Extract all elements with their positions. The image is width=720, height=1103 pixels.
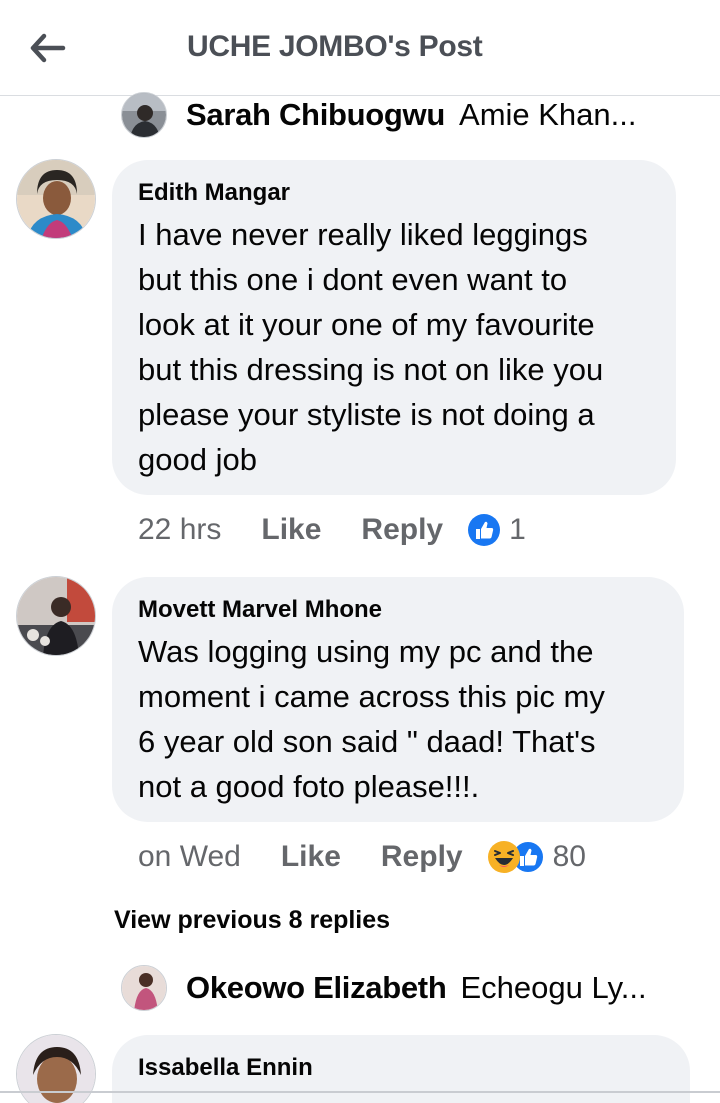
comment-text-line: moment i came across this pic my <box>138 679 605 714</box>
reply-author-name[interactable]: Okeowo Elizabeth <box>186 970 447 1006</box>
comment-text-line: Was logging using my pc and the <box>138 634 594 669</box>
bottom-divider <box>0 1091 720 1093</box>
replies-summary-bottom[interactable]: Okeowo Elizabeth Echeogu Ly... <box>121 965 647 1011</box>
replies-summary-top[interactable]: Sarah Chibuogwu Amie Khan... <box>121 92 637 138</box>
reply-snippet: Echeogu Ly... <box>460 970 647 1005</box>
comment-actions: on Wed Like Reply 80 <box>138 840 586 874</box>
app-header: UCHE JOMBO's Post <box>0 0 720 96</box>
comment-text-line: but this dressing is not on like you <box>138 352 604 387</box>
back-button[interactable] <box>22 26 74 70</box>
avatar[interactable] <box>121 92 167 138</box>
comment-text-line: but this one i dont even want to <box>138 262 568 297</box>
comment-text-line: 6 year old son said " daad! That's <box>138 724 596 759</box>
comment-text-line: please your styliste is not doing a <box>138 397 595 432</box>
reactions-summary[interactable]: 80 <box>487 840 586 874</box>
page-title: UCHE JOMBO's Post <box>187 30 483 63</box>
reply-button[interactable]: Reply <box>381 840 463 874</box>
arrow-left-icon <box>30 33 66 63</box>
avatar[interactable] <box>16 576 96 656</box>
comment-author-name[interactable]: Edith Mangar <box>138 178 650 208</box>
comment-timestamp[interactable]: on Wed <box>138 840 241 874</box>
reaction-count: 1 <box>509 513 526 546</box>
comment-text-line: look at it your one of my favourite <box>138 307 595 342</box>
comment-bubble: Edith Mangar I have never really liked l… <box>112 160 676 495</box>
comment-text: Was logging using my pc and the moment i… <box>138 629 658 809</box>
avatar[interactable] <box>16 159 96 239</box>
avatar[interactable] <box>121 965 167 1011</box>
comment-timestamp[interactable]: 22 hrs <box>138 513 221 547</box>
comment-text: I have never really liked leggings but t… <box>138 212 650 482</box>
comment-bubble: Movett Marvel Mhone Was logging using my… <box>112 577 684 822</box>
reactions-summary[interactable]: 1 <box>467 513 526 547</box>
like-icon <box>468 514 501 546</box>
comment-author-name[interactable]: Movett Marvel Mhone <box>138 595 658 625</box>
comment-author-name[interactable]: Issabella Ennin <box>138 1053 664 1083</box>
comment-text-line: I have never really liked leggings <box>138 217 588 252</box>
comment-text-line: not a good foto please!!!. <box>138 769 480 804</box>
comment-actions: 22 hrs Like Reply 1 <box>138 513 526 547</box>
view-previous-replies-link[interactable]: View previous 8 replies <box>114 906 390 935</box>
comment-text-line: good job <box>138 442 257 477</box>
reply-author-name[interactable]: Sarah Chibuogwu <box>186 97 445 133</box>
like-button[interactable]: Like <box>281 840 341 874</box>
reply-button[interactable]: Reply <box>361 513 443 547</box>
like-button[interactable]: Like <box>261 513 321 547</box>
reply-snippet: Amie Khan... <box>459 97 637 132</box>
reaction-count: 80 <box>552 840 586 873</box>
haha-icon <box>487 841 520 873</box>
